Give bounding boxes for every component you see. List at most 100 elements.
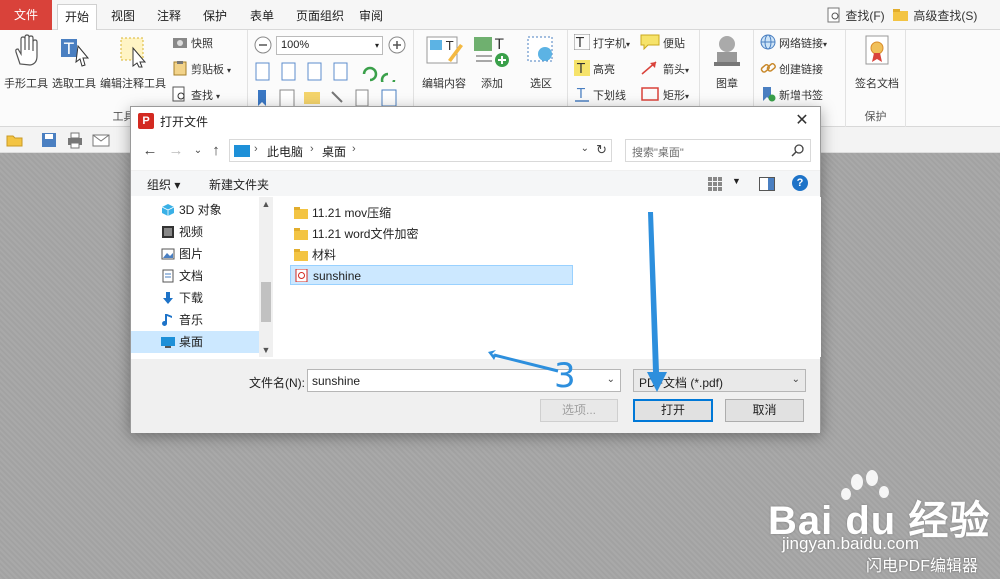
find-button[interactable]: 查找 ▾ [172,86,220,106]
snapshot-button[interactable]: 快照 [172,34,213,54]
nav-scrollbar[interactable]: ▲ ▼ [259,197,273,357]
open-folder-icon[interactable] [6,131,24,149]
chevron-down-icon[interactable]: ⌄ [607,374,615,385]
edit-annotation-tool-label: 编辑注释工具 [100,78,166,90]
cancel-button[interactable]: 取消 [725,399,804,422]
edit-content-button[interactable]: T 编辑内容 [418,34,470,91]
tab-page-organize[interactable]: 页面组织 [288,4,352,28]
tab-form[interactable]: 表单 [243,4,281,28]
nav-item-label: 视频 [179,225,204,239]
refresh-icon[interactable]: ↻ [596,142,607,158]
zoom-out-icon[interactable] [254,36,272,54]
help-icon[interactable]: ? [792,175,808,191]
nav-item-label: 下载 [179,291,204,305]
this-pc-icon [234,145,250,157]
breadcrumb-this-pc[interactable]: 此电脑 [267,143,303,160]
bookmark-label: 新增书签 [779,90,823,102]
highlight-label: 高亮 [593,64,615,76]
typewriter-label: 打字机 [593,38,626,50]
filetype-select[interactable]: PDF文档 (*.pdf) ⌄ [633,369,806,392]
address-bar[interactable]: › 此电脑 › 桌面 › ⌄ ↻ [229,139,612,162]
select-tool-button[interactable]: T 选取工具 [52,34,96,91]
scroll-up-icon[interactable]: ▲ [259,199,273,209]
hand-tool-button[interactable]: 手形工具 [4,34,48,91]
stamp-button[interactable]: 图章 [704,34,750,91]
up-arrow-icon[interactable]: ↑ [207,140,225,162]
download-icon [163,292,173,304]
weblink-button[interactable]: 网络链接▾ [760,34,827,54]
new-folder-button[interactable]: 新建文件夹 [209,176,269,193]
stamp-icon [714,36,740,66]
create-link-button[interactable]: 创建链接 [760,60,823,80]
recent-dropdown-icon[interactable]: ⌄ [189,140,207,162]
options-button[interactable]: 选项... [540,399,618,422]
nav-item-music[interactable]: 音乐 [131,309,259,331]
advanced-find-label: 高级查找(S) [913,9,978,23]
organize-button[interactable]: 组织 ▾ [147,176,180,193]
breadcrumb-desktop[interactable]: 桌面 [322,143,346,160]
advanced-find-button[interactable]: 高级查找(S) [892,5,977,27]
select-area-button[interactable]: 选区 [518,34,564,91]
nav-item-pictures[interactable]: 图片 [131,243,259,265]
nav-item-downloads[interactable]: 下载 [131,287,259,309]
document-icon [162,269,174,283]
scroll-down-icon[interactable]: ▼ [259,345,273,355]
file-item-pdf-selected[interactable]: sunshine [290,265,573,285]
zoom-in-icon[interactable] [388,36,406,54]
note-button[interactable]: 便贴 [640,34,685,54]
rotate-icons[interactable] [360,62,406,82]
snapshot-label: 快照 [191,38,213,50]
preview-pane-icon[interactable] [759,177,775,191]
camera-icon [173,38,187,48]
nav-item-videos[interactable]: 视频 [131,221,259,243]
close-icon[interactable]: ✕ [790,110,814,132]
highlight-icon: T [574,60,590,76]
search-box[interactable]: 搜索"桌面" [625,139,811,162]
add-button[interactable]: T 添加 [470,34,514,91]
hand-tool-label: 手形工具 [4,78,48,90]
bookmark-button[interactable]: 新增书签 [760,86,823,106]
forward-arrow-icon[interactable]: → [167,140,185,162]
save-icon[interactable] [40,131,58,149]
sign-button[interactable]: 签名文档 [852,34,902,91]
view-grid-icon[interactable] [708,177,722,191]
underline-button[interactable]: T 下划线 [574,86,626,106]
arrow-button[interactable]: 箭头▾ [640,60,689,80]
svg-text:T: T [575,36,584,50]
tab-view[interactable]: 视图 [104,4,142,28]
tab-file[interactable]: 文件 [0,0,52,30]
find-icon [172,86,185,102]
nav-item-documents[interactable]: 文档 [131,265,259,287]
page-fit-icons[interactable] [254,62,354,82]
tab-protect[interactable]: 保护 [196,4,234,28]
zoom-combo[interactable]: 100% ▾ [276,36,383,55]
clipboard-button[interactable]: 剪贴板 ▾ [172,60,231,80]
view-dropdown-icon[interactable]: ▼ [732,176,741,186]
edit-annotation-tool-button[interactable]: 编辑注释工具 [98,34,168,91]
cube-icon [161,204,175,216]
search-placeholder: 搜索"桌面" [632,147,684,159]
tab-review[interactable]: 审阅 [352,4,390,28]
open-button[interactable]: 打开 [633,399,713,422]
add-object-icon: T [474,37,509,67]
baidu-url-watermark: jingyan.baidu.com [782,534,920,553]
typewriter-button[interactable]: T 打字机▾ [574,34,630,54]
dialog-titlebar[interactable]: P 打开文件 ✕ [131,107,820,135]
rect-button[interactable]: 矩形▾ [640,86,689,106]
clipboard-icon [173,61,187,76]
tab-home[interactable]: 开始 [57,4,97,31]
find-top-label: 查找(F) [845,9,885,23]
scroll-thumb[interactable] [261,282,271,322]
find-top-button[interactable]: 查找(F) [826,5,885,27]
print-icon[interactable] [66,131,84,149]
back-arrow-icon[interactable]: ← [141,140,159,162]
chevron-down-icon[interactable]: ⌄ [792,374,800,385]
highlight-button[interactable]: T 高亮 [574,60,615,80]
email-icon[interactable] [92,131,110,149]
chevron-down-icon[interactable]: ⌄ [581,143,589,154]
sign-label: 签名文档 [855,78,899,90]
search-icon[interactable] [791,143,805,157]
tab-comment[interactable]: 注释 [150,4,188,28]
nav-item-3d-objects[interactable]: 3D 对象 [131,199,259,221]
nav-item-desktop[interactable]: 桌面 [131,331,259,353]
